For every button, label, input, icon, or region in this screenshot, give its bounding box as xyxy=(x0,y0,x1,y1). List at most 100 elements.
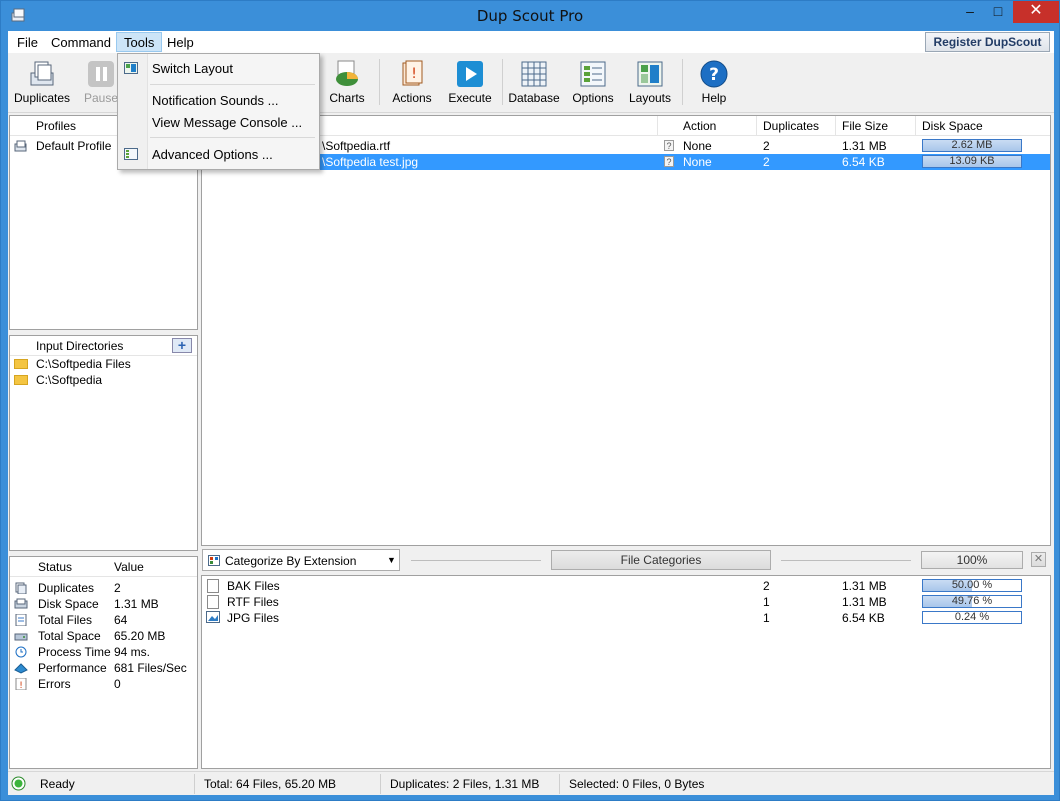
bak-file-icon xyxy=(207,579,219,593)
status-total: Total: 64 Files, 65.20 MB xyxy=(204,777,337,791)
input-directories-title: Input Directories xyxy=(36,339,124,353)
column-separator xyxy=(835,116,836,136)
tools-menu: Switch Layout Notification Sounds ... Vi… xyxy=(117,53,320,170)
status-separator xyxy=(194,774,195,794)
file-categories-button[interactable]: File Categories xyxy=(551,550,771,570)
status-separator xyxy=(559,774,560,794)
bar-value: 50.00 % xyxy=(951,579,993,591)
categorize-value: Categorize By Extension xyxy=(225,554,357,568)
category-size: 1.31 MB xyxy=(842,579,887,593)
categories-panel: BAK Files 2 1.31 MB 50.00 % RTF Files 1 … xyxy=(201,575,1051,769)
help-icon: ? xyxy=(700,60,728,88)
duplicates-button[interactable]: Duplicates xyxy=(12,57,72,109)
file-name: \Softpedia.rtf xyxy=(322,139,391,153)
actions-label: Actions xyxy=(392,91,432,105)
category-toolbar: Categorize By Extension ▼ File Categorie… xyxy=(201,546,1051,574)
list-item[interactable]: BAK Files 2 1.31 MB 50.00 % xyxy=(202,578,1050,594)
percent-button[interactable]: 100% xyxy=(921,551,1023,569)
categorize-icon xyxy=(208,555,220,566)
status-bar: Ready Total: 64 Files, 65.20 MB Duplicat… xyxy=(8,771,1054,795)
category-size: 1.31 MB xyxy=(842,595,887,609)
layouts-button[interactable]: Layouts xyxy=(626,57,674,109)
stat-row: Performance 681 Files/Sec xyxy=(10,660,197,676)
menu-tools[interactable]: Tools xyxy=(116,32,163,52)
list-item[interactable]: C:\Softpedia Files xyxy=(10,356,197,372)
help-small-icon: ? xyxy=(664,140,674,151)
menu-separator xyxy=(150,84,315,85)
duplicates-label: Duplicates xyxy=(13,91,71,105)
menu-file[interactable]: File xyxy=(10,33,45,53)
category-count: 1 xyxy=(763,595,770,609)
switch-layout-icon xyxy=(124,62,138,74)
menu-bar: File Command Tools Help Register DupScou… xyxy=(8,31,1054,53)
title-bar[interactable]: Dup Scout Pro – □ ✕ xyxy=(1,1,1059,31)
categorize-select[interactable]: Categorize By Extension ▼ xyxy=(202,549,400,571)
action-cell: None xyxy=(683,139,712,153)
actions-button[interactable]: ! Actions xyxy=(390,57,434,109)
menu-command[interactable]: Command xyxy=(44,33,118,53)
svg-text:?: ? xyxy=(709,65,719,85)
table-row[interactable]: \Softpedia.rtf ? None 2 1.31 MB 2.62 MB xyxy=(202,138,1050,154)
stat-value: 1.31 MB xyxy=(114,597,159,611)
ready-status-icon xyxy=(11,776,26,791)
file-size-column-header[interactable]: File Size xyxy=(842,119,888,133)
menu-item-switch-layout[interactable]: Switch Layout xyxy=(152,61,233,76)
column-separator xyxy=(756,116,757,136)
duplicates-cell: 2 xyxy=(763,139,770,153)
stat-name: Total Space xyxy=(38,629,101,643)
options-icon xyxy=(580,61,606,87)
help-button[interactable]: ? Help xyxy=(696,57,732,109)
file-size-cell: 1.31 MB xyxy=(842,139,887,153)
stat-name: Errors xyxy=(38,677,71,691)
list-item[interactable]: RTF Files 1 1.31 MB 49.76 % xyxy=(202,594,1050,610)
stat-name: Process Time xyxy=(38,645,111,659)
folder-icon xyxy=(14,359,28,369)
directory-path: C:\Softpedia Files xyxy=(36,357,131,371)
database-button[interactable]: Database xyxy=(508,57,560,109)
status-ready: Ready xyxy=(40,777,75,791)
duplicates-cell: 2 xyxy=(763,155,770,169)
database-label: Database xyxy=(508,91,560,105)
divider xyxy=(411,560,541,561)
results-grid: Action Duplicates File Size Disk Space \… xyxy=(201,115,1051,546)
menu-item-notification-sounds[interactable]: Notification Sounds ... xyxy=(152,93,278,108)
client-area: File Command Tools Help Register DupScou… xyxy=(8,31,1054,795)
add-directory-button[interactable]: + xyxy=(172,338,192,353)
folder-icon xyxy=(14,375,28,385)
bar-value: 2.62 MB xyxy=(951,139,993,151)
close-categories-button[interactable]: ✕ xyxy=(1031,552,1046,567)
menu-help[interactable]: Help xyxy=(160,33,201,53)
file-name: \Softpedia test.jpg xyxy=(322,155,419,169)
menu-item-view-console[interactable]: View Message Console ... xyxy=(152,115,302,130)
chevron-down-icon: ▼ xyxy=(387,555,396,565)
input-directories-header: Input Directories + xyxy=(10,336,197,356)
menu-item-advanced-options[interactable]: Advanced Options ... xyxy=(152,147,273,162)
clock-icon xyxy=(15,646,27,658)
bar-value: 13.09 KB xyxy=(949,155,995,167)
stat-value: 681 Files/Sec xyxy=(114,661,187,675)
disk-space-column-header[interactable]: Disk Space xyxy=(922,119,983,133)
toolbar-separator xyxy=(379,59,380,105)
pause-icon xyxy=(88,61,114,87)
charts-button[interactable]: Charts xyxy=(326,57,368,109)
action-column-header[interactable]: Action xyxy=(683,119,716,133)
register-button[interactable]: Register DupScout xyxy=(925,32,1050,52)
duplicates-column-header[interactable]: Duplicates xyxy=(763,119,819,133)
svg-text:!: ! xyxy=(19,681,23,690)
list-item[interactable]: JPG Files 1 6.54 KB 0.24 % xyxy=(202,610,1050,626)
minimize-button[interactable]: – xyxy=(957,1,983,23)
layouts-label: Layouts xyxy=(628,91,672,105)
options-button[interactable]: Options xyxy=(570,57,616,109)
jpg-file-icon xyxy=(206,611,220,623)
table-row[interactable]: \Softpedia test.jpg ? None 2 6.54 KB 13.… xyxy=(202,154,1050,170)
close-button[interactable]: ✕ xyxy=(1013,1,1059,23)
list-item[interactable]: C:\Softpedia xyxy=(10,372,197,388)
column-separator xyxy=(915,116,916,136)
stat-name: Total Files xyxy=(38,613,93,627)
execute-button[interactable]: Execute xyxy=(446,57,494,109)
stat-row: Total Space 65.20 MB xyxy=(10,628,197,644)
maximize-button[interactable]: □ xyxy=(985,1,1011,23)
directory-path: C:\Softpedia xyxy=(36,373,103,387)
stat-row: ! Errors 0 xyxy=(10,676,197,692)
pause-button[interactable]: Pause xyxy=(80,57,122,109)
